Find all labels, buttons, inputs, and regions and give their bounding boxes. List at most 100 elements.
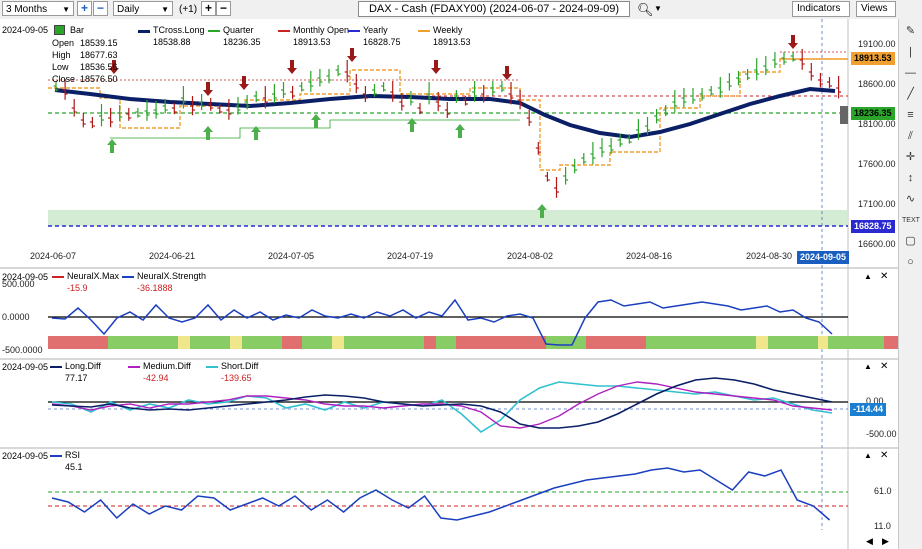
x-tick-label: 2024-08-16 — [626, 251, 673, 261]
y-tick-label: 17600.00 — [858, 159, 896, 169]
circle-icon[interactable]: ○ — [902, 254, 919, 271]
x-tick-label: 2024-07-05 — [268, 251, 315, 261]
legend-name: RSI — [65, 450, 81, 460]
legend-value: 16828.75 — [363, 37, 401, 47]
legend-name: Quarter — [223, 25, 254, 35]
close-value: 18576.50 — [80, 74, 118, 84]
y-tick-label: 19100.00 — [858, 39, 896, 49]
neuralx-segment — [302, 336, 332, 349]
legend-name: Monthly Open — [293, 25, 350, 35]
y-tick-label: 16600.00 — [858, 239, 896, 249]
legend-value: -139.65 — [221, 373, 252, 383]
yearly-price-tag: 16828.75 — [851, 220, 895, 233]
trend-line-icon[interactable]: ╱ — [902, 86, 919, 103]
neuralx-segment — [178, 336, 190, 349]
legend-name: NeuralX.Max — [67, 271, 120, 281]
neuralx-segment — [828, 336, 884, 349]
open-label: Open — [52, 38, 75, 48]
legend-name: Medium.Diff — [143, 361, 191, 371]
legend-value: -36.1888 — [137, 283, 173, 293]
legend-value: 45.1 — [65, 462, 83, 472]
legend-value: 18538.88 — [153, 37, 191, 47]
support-zone — [48, 210, 848, 226]
close-label: Close — [52, 74, 76, 84]
neuralx-color-bar — [48, 336, 898, 349]
legend-swatch — [52, 276, 64, 278]
neuralx-segment — [332, 336, 344, 349]
y-tick-label: 18600.00 — [858, 79, 896, 89]
legend-swatch — [418, 30, 430, 32]
measure-icon[interactable]: ↕ — [902, 170, 919, 187]
legend-name: TCross.Long — [153, 25, 205, 35]
neuralx-segment — [48, 336, 108, 349]
current-date-tag: 2024-09-05 — [797, 251, 850, 264]
diff-current-tag: -114.44 — [850, 403, 887, 416]
neuralx-segment — [344, 336, 424, 349]
neuralx-segment — [108, 336, 178, 349]
scroll-right-icon[interactable]: ▶ — [882, 536, 889, 547]
legend-name: Long.Diff — [65, 361, 101, 371]
legend-name: Yearly — [363, 25, 388, 35]
text-icon[interactable]: TEXT — [902, 212, 920, 229]
panel-close-icon[interactable]: ✕ — [880, 361, 888, 372]
current-price-marker — [840, 106, 848, 124]
neuralx-segment — [242, 336, 282, 349]
neuralx-segment — [190, 336, 230, 349]
legend-swatch — [348, 30, 360, 32]
legend-name: NeuralX.Strength — [137, 271, 207, 281]
neuralx-segment — [282, 336, 302, 349]
neuralx-segment — [456, 336, 546, 349]
horizontal-line-icon[interactable]: — — [902, 65, 919, 82]
y-tick-label: 17100.00 — [858, 199, 896, 209]
weekly-price-tag: 18913.53 — [851, 52, 895, 65]
legend-swatch — [206, 366, 218, 368]
panel-collapse-icon[interactable]: ▲ — [864, 451, 872, 460]
neuralx-segment — [818, 336, 828, 349]
high-value: 18677.63 — [80, 50, 118, 60]
scroll-left-icon[interactable]: ◀ — [866, 536, 873, 547]
y-tick-label: 61.0 — [874, 486, 892, 496]
legend-name: Weekly — [433, 25, 463, 35]
rectangle-icon[interactable]: ▢ — [902, 233, 919, 250]
drawing-tools-sidebar: ✎ | — ╱ ≡ ⫽ ✛ ↕ ∿ TEXT ▢ ○ — [898, 19, 922, 549]
panel-close-icon[interactable]: ✕ — [880, 271, 888, 282]
panel-close-icon[interactable]: ✕ — [880, 450, 888, 461]
neuralx-segment — [424, 336, 436, 349]
high-label: High — [52, 50, 71, 60]
vertical-line-icon[interactable]: | — [902, 44, 919, 61]
neuralx-segment — [756, 336, 768, 349]
pencil-icon[interactable]: ✎ — [902, 23, 919, 40]
chart-canvas[interactable] — [0, 0, 898, 549]
rsi-date-label: 2024-09-05 — [2, 451, 49, 461]
neuralx-segment — [768, 336, 818, 349]
bar-swatch — [54, 25, 65, 35]
channel-icon[interactable]: ⫽ — [902, 128, 919, 145]
legend-value: -15.9 — [67, 283, 88, 293]
crosshair-icon[interactable]: ✛ — [902, 149, 919, 166]
fibonacci-icon[interactable]: ≡ — [902, 107, 919, 124]
legend-swatch — [122, 276, 134, 278]
x-tick-label: 2024-06-21 — [149, 251, 196, 261]
y-tick-label: 500.000 — [2, 279, 35, 289]
neuralx-segment — [436, 336, 456, 349]
y-tick-label: 0.0000 — [2, 312, 30, 322]
legend-name: Short.Diff — [221, 361, 259, 371]
neuralx-segment — [546, 336, 586, 349]
legend-value: -42.94 — [143, 373, 169, 383]
legend-value: 77.17 — [65, 373, 88, 383]
legend-value: 18913.53 — [433, 37, 471, 47]
bar-label: Bar — [70, 25, 85, 35]
x-tick-label: 2024-08-02 — [507, 251, 554, 261]
panel-collapse-icon[interactable]: ▲ — [864, 362, 872, 371]
neuralx-segment — [230, 336, 242, 349]
panel-collapse-icon[interactable]: ▲ — [864, 272, 872, 281]
low-label: Low — [52, 62, 69, 72]
neuralx-segment — [646, 336, 756, 349]
legend-swatch — [208, 30, 220, 32]
legend-value: 18913.53 — [293, 37, 331, 47]
legend-swatch — [50, 455, 62, 457]
legend-swatch — [138, 30, 150, 33]
main-date-label: 2024-09-05 — [2, 25, 49, 35]
legend-swatch — [278, 30, 290, 32]
wave-icon[interactable]: ∿ — [902, 191, 919, 208]
